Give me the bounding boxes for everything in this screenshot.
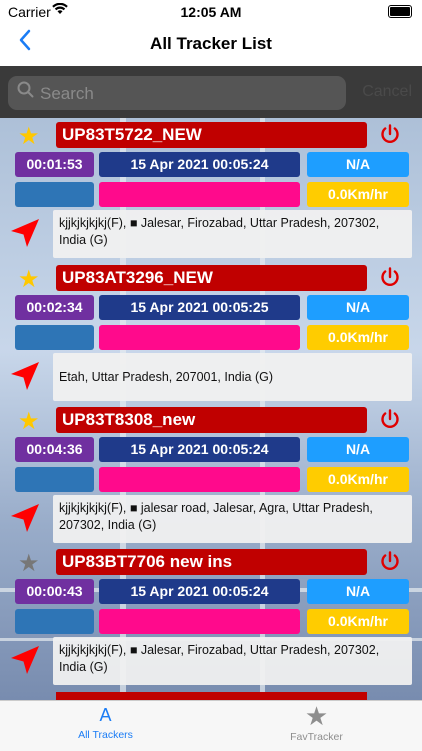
blue-info-bar: [15, 182, 94, 207]
navigation-arrow-icon[interactable]: [8, 359, 42, 393]
duration-label: 00:02:34: [15, 295, 94, 320]
battery-icon: [388, 5, 412, 18]
blue-info-bar: [15, 325, 94, 350]
pink-info-bar: [99, 467, 300, 492]
navigation-arrow-icon[interactable]: [8, 501, 42, 535]
address-text: kjjkjkjkjkj(F), ■ Jalesar, Firozabad, Ut…: [53, 210, 412, 258]
status-bar: Carrier 12:05 AM: [0, 0, 422, 24]
navigation-arrow-icon[interactable]: [8, 216, 42, 250]
status-label: N/A: [307, 579, 409, 604]
speed-label: 0.0Km/hr: [307, 467, 409, 492]
duration-label: 00:01:53: [15, 152, 94, 177]
power-icon[interactable]: [379, 550, 401, 572]
tracker-card[interactable]: ★ UP83T8308_new 00:04:36 15 Apr 2021 00:05:…: [0, 405, 422, 547]
address-text: kjjkjkjkjkj(F), ■ jalesar road, Jalesar,…: [53, 495, 412, 543]
datetime-label: 15 Apr 2021 00:05:24: [99, 437, 300, 462]
status-label: N/A: [307, 152, 409, 177]
duration-label: 00:04:36: [15, 437, 94, 462]
tab-fav-tracker[interactable]: ★ FavTracker: [211, 701, 422, 751]
next-tracker-plate-peek: [56, 692, 367, 700]
power-icon[interactable]: [379, 266, 401, 288]
tracker-name: UP83T8308_new: [56, 407, 367, 433]
search-bar: Cancel: [0, 66, 422, 118]
cancel-button[interactable]: Cancel: [362, 83, 412, 101]
blue-info-bar: [15, 467, 94, 492]
tab-bar: A All Trackers ★ FavTracker: [0, 700, 422, 751]
pink-info-bar: [99, 609, 300, 634]
tracker-name: UP83AT3296_NEW: [56, 265, 367, 291]
status-label: N/A: [307, 437, 409, 462]
search-field[interactable]: [8, 76, 346, 112]
tab-label: All Trackers: [78, 729, 133, 741]
status-label: N/A: [307, 295, 409, 320]
search-input[interactable]: [38, 76, 342, 112]
datetime-label: 15 Apr 2021 00:05:24: [99, 579, 300, 604]
favorite-star-icon[interactable]: ★: [18, 410, 40, 434]
pink-info-bar: [99, 182, 300, 207]
datetime-label: 15 Apr 2021 00:05:24: [99, 152, 300, 177]
datetime-label: 15 Apr 2021 00:05:25: [99, 295, 300, 320]
pink-info-bar: [99, 325, 300, 350]
clock: 12:05 AM: [180, 4, 242, 20]
address-text: Etah, Uttar Pradesh, 207001, India (G): [53, 353, 412, 401]
tab-all-trackers[interactable]: A All Trackers: [0, 701, 211, 751]
tracker-card[interactable]: ★ UP83T5722_NEW 00:01:53 15 Apr 2021 00:05:…: [0, 120, 422, 262]
speed-label: 0.0Km/hr: [307, 325, 409, 350]
tracker-card[interactable]: ★ UP83AT3296_NEW 00:02:34 15 Apr 2021 00:05…: [0, 263, 422, 405]
navigation-bar: All Tracker List: [0, 24, 422, 66]
page-title: All Tracker List: [150, 34, 272, 53]
tracker-name: UP83BT7706 new ins: [56, 549, 367, 575]
tracker-card[interactable]: ★ UP83BT7706 new ins 00:00:43 15 Apr 2021 0…: [0, 547, 422, 689]
duration-label: 00:00:43: [15, 579, 94, 604]
power-icon[interactable]: [379, 408, 401, 430]
blue-info-bar: [15, 609, 94, 634]
favorite-star-icon[interactable]: ★: [18, 125, 40, 149]
speed-label: 0.0Km/hr: [307, 609, 409, 634]
all-trackers-icon: A: [99, 705, 112, 725]
speed-label: 0.0Km/hr: [307, 182, 409, 207]
search-icon: [17, 81, 34, 103]
tab-label: FavTracker: [290, 731, 343, 743]
favorite-star-icon[interactable]: ★: [18, 268, 40, 292]
navigation-arrow-icon[interactable]: [8, 643, 42, 677]
star-icon: ★: [304, 701, 329, 731]
address-text: kjjkjkjkjkj(F), ■ Jalesar, Firozabad, Ut…: [53, 637, 412, 685]
power-icon[interactable]: [379, 123, 401, 145]
tracker-name: UP83T5722_NEW: [56, 122, 367, 148]
favorite-star-icon[interactable]: ★: [18, 552, 40, 576]
